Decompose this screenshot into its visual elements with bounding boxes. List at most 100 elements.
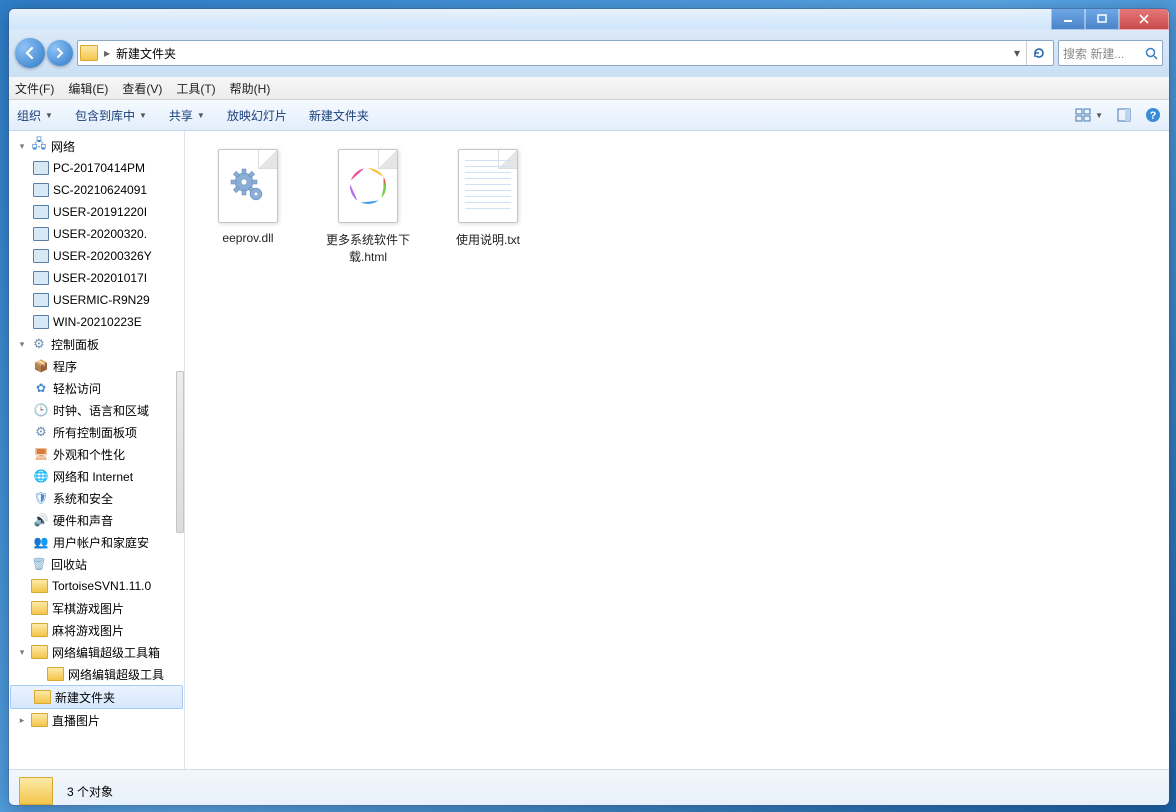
folder-icon: [47, 667, 64, 681]
tree-cpl-item[interactable]: 📦程序: [9, 355, 184, 377]
tree-folder[interactable]: 麻将游戏图片: [9, 619, 184, 641]
file-item[interactable]: 更多系统软件下载.html: [323, 145, 413, 265]
tree-folder[interactable]: TortoiseSVN1.11.0: [9, 575, 184, 597]
ease-of-access-icon: ✿: [33, 380, 49, 396]
close-icon: [1138, 14, 1150, 24]
tree-computer[interactable]: PC-20170414PM: [9, 157, 184, 179]
view-mode-button[interactable]: ▼: [1075, 108, 1103, 122]
maximize-icon: [1097, 14, 1107, 24]
chevron-down-icon: ▼: [197, 111, 205, 120]
address-bar: ▸ 新建文件夹 ▾ 搜索 新建...: [9, 29, 1169, 77]
search-placeholder: 搜索 新建...: [1063, 45, 1124, 62]
tree-folder[interactable]: 网络编辑超级工具: [9, 663, 184, 685]
programs-icon: 📦: [33, 358, 49, 374]
tree-folder[interactable]: ▸直播图片: [9, 709, 184, 731]
tree-cpl-item[interactable]: 👥用户帐户和家庭安: [9, 531, 184, 553]
new-folder-button[interactable]: 新建文件夹: [309, 107, 369, 124]
tree-computer[interactable]: SC-20210624091: [9, 179, 184, 201]
back-button[interactable]: [15, 38, 45, 68]
computer-icon: [33, 161, 49, 175]
folder-icon: [31, 645, 48, 659]
forward-button[interactable]: [47, 40, 73, 66]
tree-folder-selected[interactable]: 新建文件夹: [10, 685, 183, 709]
tree-computer[interactable]: USER-20200326Y: [9, 245, 184, 267]
tree-cpl-item[interactable]: 🖥外观和个性化: [9, 443, 184, 465]
network-icon: 🖧: [31, 138, 47, 154]
status-item-count: 3 个对象: [67, 783, 113, 800]
file-list[interactable]: eeprov.dll 更多系统软件下载.html 使用说明.txt: [185, 131, 1169, 769]
maximize-button[interactable]: [1085, 9, 1119, 30]
folder-icon: [34, 690, 51, 704]
computer-icon: [33, 293, 49, 307]
sidebar-resize-handle[interactable]: [176, 371, 184, 533]
menubar: 文件(F) 编辑(E) 查看(V) 工具(T) 帮助(H): [9, 77, 1169, 100]
tree-computer[interactable]: USERMIC-R9N29: [9, 289, 184, 311]
minimize-icon: [1063, 14, 1073, 24]
toolbar-right: ▼ ?: [1075, 107, 1161, 123]
computer-icon: [33, 205, 49, 219]
user-accounts-icon: 👥: [33, 534, 49, 550]
status-bar: 3 个对象: [9, 769, 1169, 806]
navigation-pane: ▾🖧网络 PC-20170414PM SC-20210624091 USER-2…: [9, 131, 185, 769]
menu-edit[interactable]: 编辑(E): [68, 80, 108, 97]
close-button[interactable]: [1119, 9, 1169, 30]
tree-cpl-item[interactable]: ✿轻松访问: [9, 377, 184, 399]
refresh-button[interactable]: [1026, 41, 1051, 65]
tree-cpl-item[interactable]: 🕒时钟、语言和区域: [9, 399, 184, 421]
collapse-icon: ▾: [17, 339, 27, 350]
folder-icon: [19, 777, 53, 805]
tree-recycle[interactable]: 🗑回收站: [9, 553, 184, 575]
all-cpl-icon: ⚙: [33, 424, 49, 440]
tree-cpl-item[interactable]: 🌐网络和 Internet: [9, 465, 184, 487]
tree-folder[interactable]: 军棋游戏图片: [9, 597, 184, 619]
organize-button[interactable]: 组织 ▼: [17, 107, 53, 124]
tree-cpl-item[interactable]: ⚙所有控制面板项: [9, 421, 184, 443]
help-button[interactable]: ?: [1145, 107, 1161, 123]
path-field[interactable]: ▸ 新建文件夹 ▾: [77, 40, 1054, 66]
svg-text:?: ?: [1150, 110, 1157, 122]
path-history-dropdown[interactable]: ▾: [1010, 46, 1024, 60]
menu-view[interactable]: 查看(V): [122, 80, 162, 97]
clock-icon: 🕒: [33, 402, 49, 418]
menu-help[interactable]: 帮助(H): [230, 80, 271, 97]
slideshow-button[interactable]: 放映幻灯片: [227, 107, 287, 124]
path-separator-icon: ▸: [104, 46, 110, 60]
minimize-button[interactable]: [1051, 9, 1085, 30]
collapse-icon: ▾: [17, 141, 27, 152]
breadcrumb-current[interactable]: 新建文件夹: [112, 43, 180, 64]
refresh-icon: [1032, 46, 1046, 60]
arrow-left-icon: [23, 46, 37, 60]
folder-icon: [80, 45, 98, 61]
tree-computer[interactable]: USER-20200320.: [9, 223, 184, 245]
titlebar: [9, 9, 1169, 29]
folder-icon: [31, 579, 48, 593]
computer-icon: [33, 183, 49, 197]
tree-folder[interactable]: ▾网络编辑超级工具箱: [9, 641, 184, 663]
tree-control-panel[interactable]: ▾⚙控制面板: [9, 333, 184, 355]
preview-pane-button[interactable]: [1117, 108, 1131, 122]
chevron-down-icon: ▼: [1095, 111, 1103, 120]
tree-cpl-item[interactable]: 🛡系统和安全: [9, 487, 184, 509]
system-security-icon: 🛡: [33, 490, 49, 506]
tree-computer[interactable]: USER-20201017I: [9, 267, 184, 289]
share-button[interactable]: 共享 ▼: [169, 107, 205, 124]
html-file-icon: [331, 145, 405, 227]
tree-computer[interactable]: WIN-20210223E: [9, 311, 184, 333]
tree-network[interactable]: ▾🖧网络: [9, 135, 184, 157]
file-name: eeprov.dll: [222, 231, 273, 245]
hardware-sound-icon: 🔊: [33, 512, 49, 528]
arrow-right-icon: [54, 47, 66, 59]
file-name: 使用说明.txt: [456, 231, 520, 248]
include-in-library-button[interactable]: 包含到库中 ▼: [75, 107, 147, 124]
search-input[interactable]: 搜索 新建...: [1058, 40, 1163, 66]
view-icon: [1075, 108, 1091, 122]
file-item[interactable]: 使用说明.txt: [443, 145, 533, 248]
computer-icon: [33, 249, 49, 263]
tree-computer[interactable]: USER-20191220I: [9, 201, 184, 223]
file-item[interactable]: eeprov.dll: [203, 145, 293, 245]
search-icon: [1145, 47, 1158, 60]
tree-cpl-item[interactable]: 🔊硬件和声音: [9, 509, 184, 531]
menu-file[interactable]: 文件(F): [15, 80, 54, 97]
menu-tools[interactable]: 工具(T): [176, 80, 215, 97]
dll-file-icon: [211, 145, 285, 227]
